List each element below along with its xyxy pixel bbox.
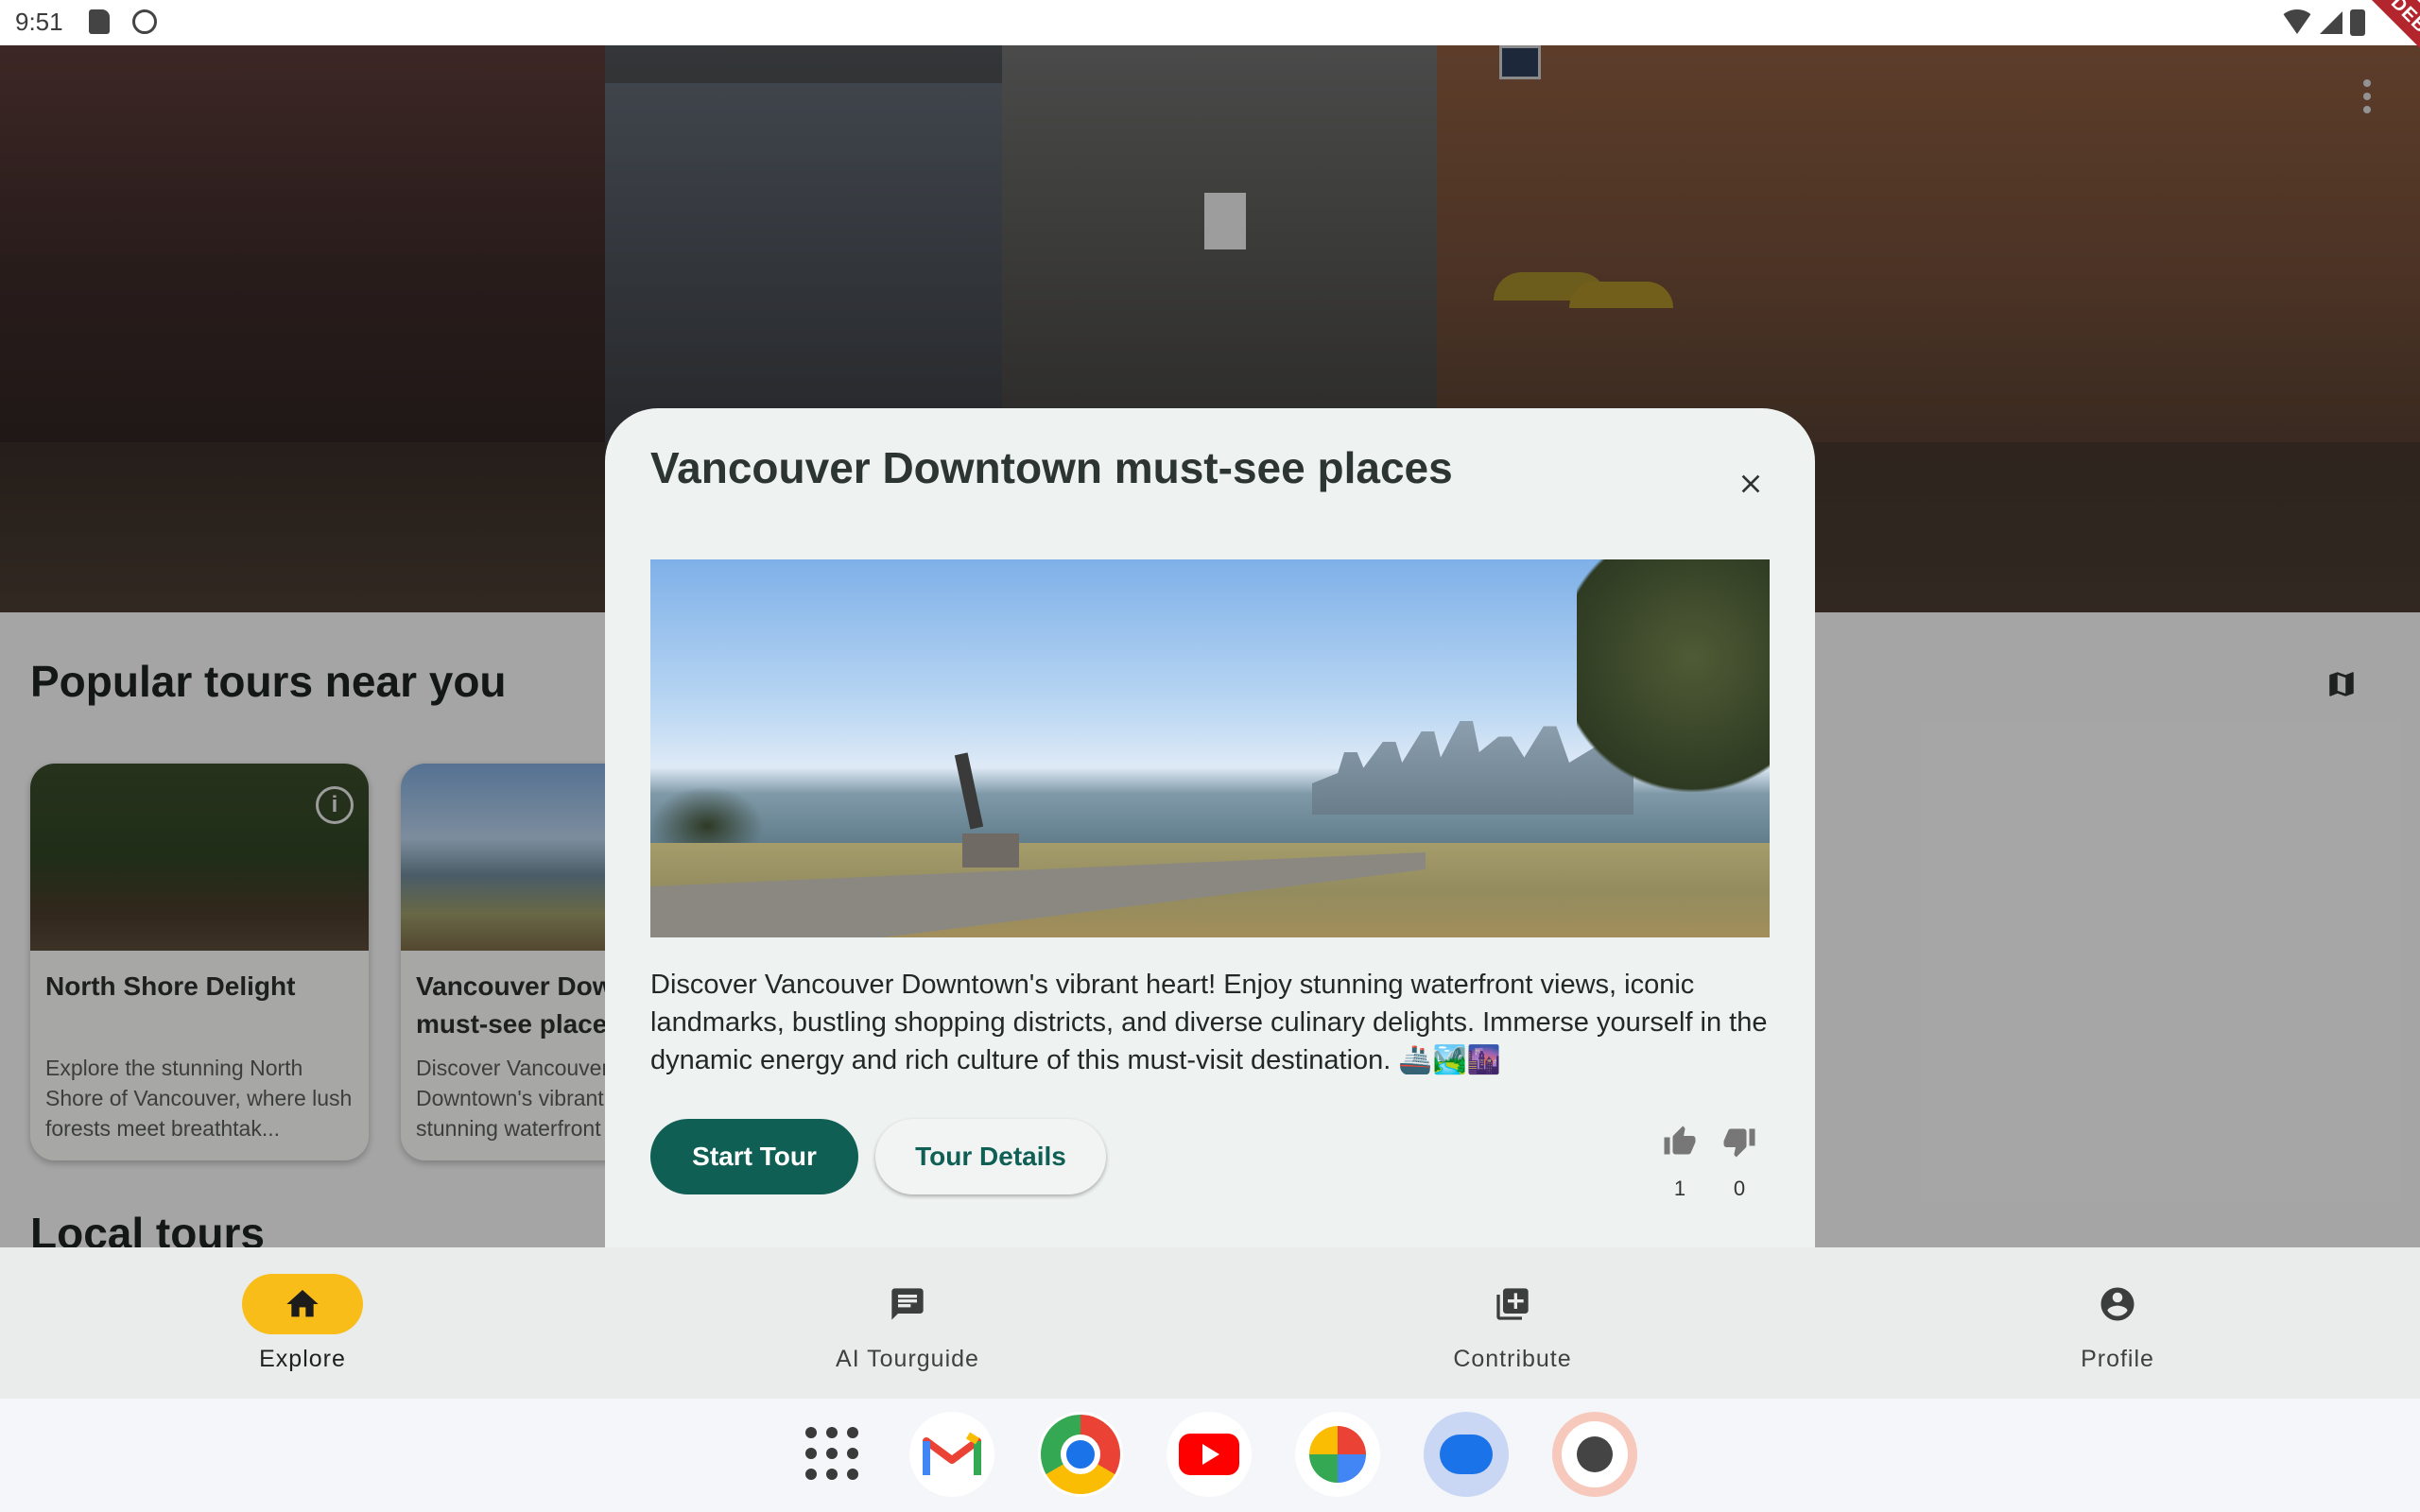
home-icon <box>286 1290 319 1317</box>
nav-label: AI Tourguide <box>836 1346 979 1372</box>
chat-icon <box>891 1288 924 1320</box>
gmail-icon[interactable] <box>909 1412 994 1497</box>
chrome-icon[interactable] <box>1038 1412 1123 1497</box>
add-box-icon <box>1496 1288 1529 1320</box>
sd-card-icon <box>89 9 110 34</box>
tour-details-button[interactable]: Tour Details <box>875 1119 1106 1194</box>
tour-description: Discover Vancouver Downtown's vibrant he… <box>650 970 1768 1075</box>
nav-item-contribute[interactable]: Contribute <box>1390 1274 1635 1373</box>
youtube-icon[interactable] <box>1167 1412 1252 1497</box>
taskbar <box>0 1399 2420 1512</box>
dislike-count: 0 <box>1733 1177 1746 1200</box>
bottom-navigation: Explore AI Tourguide Contribute Profile <box>0 1247 2420 1399</box>
start-tour-button[interactable]: Start Tour <box>650 1119 858 1194</box>
messages-icon[interactable] <box>1424 1412 1509 1497</box>
tour-photo <box>650 559 1770 937</box>
nav-label: Contribute <box>1453 1346 1572 1372</box>
app-drawer-icon[interactable] <box>805 1427 858 1480</box>
like-control[interactable]: 1 <box>1661 1125 1699 1201</box>
status-bar: 9:51 <box>0 0 2420 45</box>
close-icon[interactable] <box>1736 469 1766 499</box>
tour-preview-sheet: Vancouver Downtown must-see places Disco… <box>605 408 1815 1247</box>
nav-label: Profile <box>2081 1346 2154 1372</box>
battery-icon <box>2350 9 2365 36</box>
dialog-title: Vancouver Downtown must-see places <box>650 443 1453 492</box>
nav-item-explore[interactable]: Explore <box>180 1274 425 1373</box>
account-icon <box>2100 1287 2135 1321</box>
nav-item-ai-tourguide[interactable]: AI Tourguide <box>785 1274 1030 1373</box>
dislike-control[interactable]: 0 <box>1720 1125 1758 1201</box>
face-icon <box>132 9 157 34</box>
signal-icon <box>2320 11 2342 34</box>
tour-app-icon[interactable] <box>1552 1412 1637 1497</box>
nav-item-profile[interactable]: Profile <box>1995 1274 2240 1373</box>
like-count: 1 <box>1673 1177 1686 1200</box>
photos-icon[interactable] <box>1295 1412 1380 1497</box>
status-time: 9:51 <box>15 8 63 36</box>
thumb-up-icon[interactable] <box>1663 1125 1697 1159</box>
nav-label: Explore <box>259 1346 346 1372</box>
thumb-down-icon[interactable] <box>1722 1125 1756 1159</box>
wifi-icon <box>2280 9 2314 34</box>
